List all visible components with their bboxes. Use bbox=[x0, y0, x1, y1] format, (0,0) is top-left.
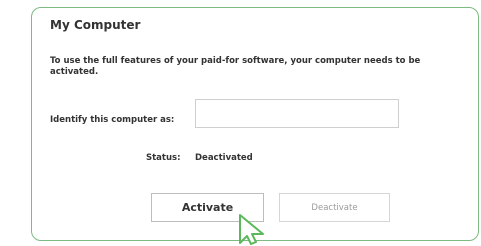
status-value: Deactivated bbox=[195, 153, 253, 163]
activation-description: To use the full features of your paid-fo… bbox=[50, 56, 421, 77]
pointer-cursor-icon bbox=[239, 214, 264, 245]
computer-name-input[interactable] bbox=[195, 99, 399, 128]
identify-computer-label: Identify this computer as: bbox=[50, 115, 175, 125]
status-label: Status: bbox=[146, 153, 181, 163]
my-computer-panel: My Computer To use the full features of … bbox=[31, 7, 479, 241]
panel-title: My Computer bbox=[50, 18, 141, 32]
deactivate-button[interactable]: Deactivate bbox=[279, 193, 390, 222]
